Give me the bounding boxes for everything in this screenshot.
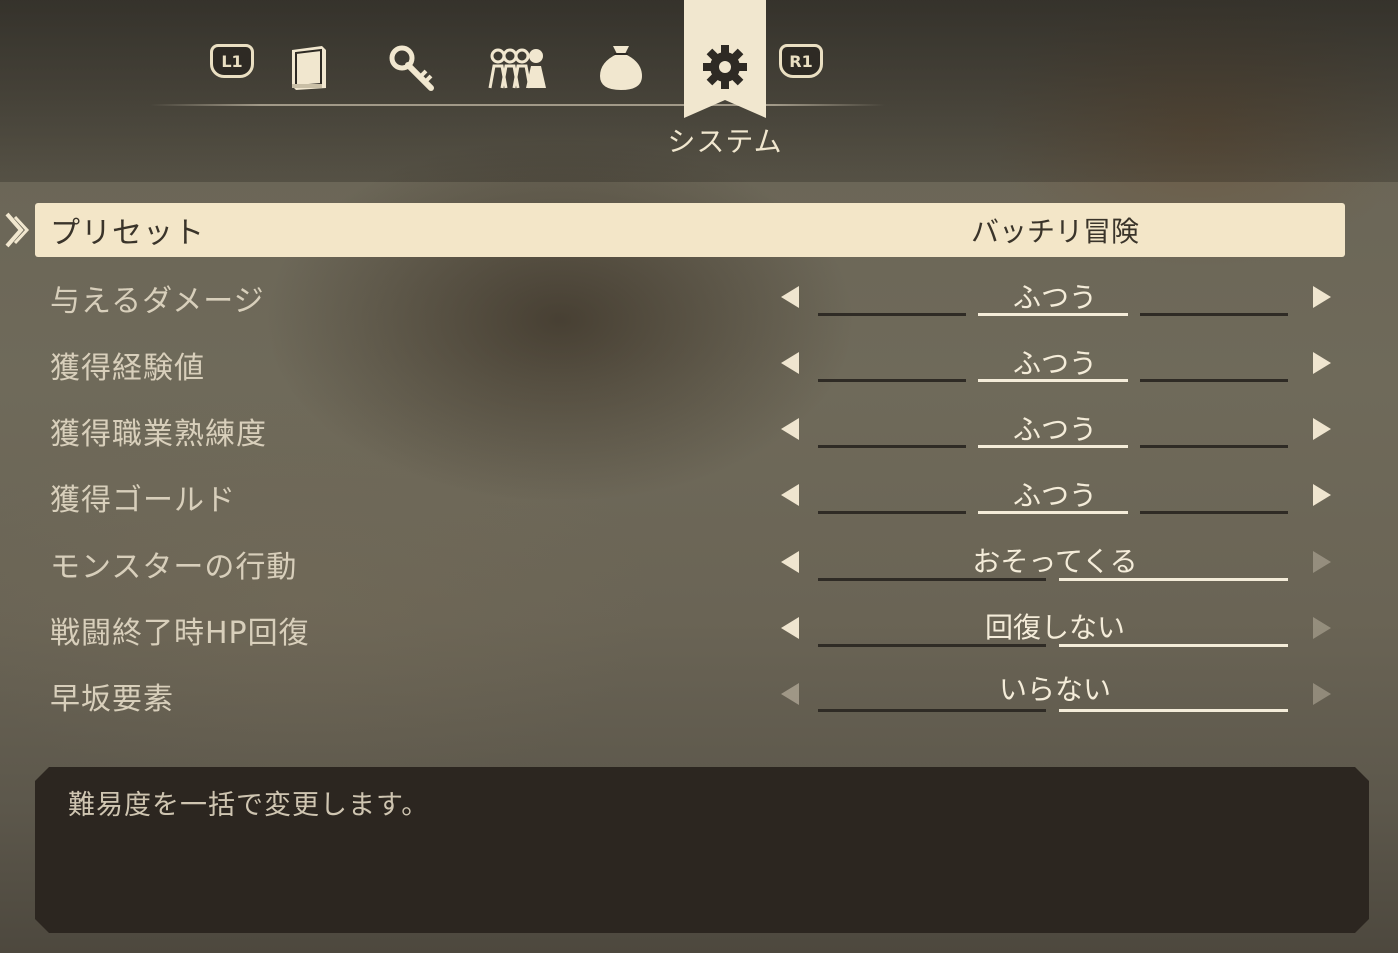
setting-value-hp-recovery[interactable]: 回復しない [930, 606, 1180, 646]
setting-value-damage[interactable]: ふつう [930, 276, 1180, 316]
key-icon[interactable] [388, 44, 438, 92]
tab-divider [150, 104, 885, 106]
selection-cursor-icon [5, 212, 30, 248]
preset-value: バッチリ冒険 [970, 215, 1139, 248]
setting-label-monster-behavior: モンスターの行動 [50, 550, 298, 585]
arrow-right-icon[interactable] [1313, 617, 1331, 639]
setting-label-job-mastery: 獲得職業熟練度 [50, 417, 267, 452]
setting-value-monster-behavior[interactable]: おそってくる [930, 540, 1180, 580]
r1-button[interactable]: R1 [779, 44, 823, 78]
arrow-right-icon[interactable] [1313, 352, 1331, 374]
arrow-left-icon[interactable] [781, 551, 799, 573]
arrow-left-icon[interactable] [781, 418, 799, 440]
arrow-right-icon[interactable] [1313, 286, 1331, 308]
setting-value-gold[interactable]: ふつう [930, 474, 1180, 514]
arrow-right-icon[interactable] [1313, 418, 1331, 440]
arrow-left-icon[interactable] [781, 286, 799, 308]
setting-value-hayasaka[interactable]: いらない [930, 668, 1180, 708]
arrow-left-icon[interactable] [781, 484, 799, 506]
setting-label-hp-recovery: 戦闘終了時HP回復 [50, 616, 310, 651]
arrow-right-icon[interactable] [1313, 683, 1331, 705]
description-text: 難易度を一括で変更します。 [68, 790, 430, 821]
setting-value-exp[interactable]: ふつう [930, 342, 1180, 382]
setting-label-exp: 獲得経験値 [50, 351, 205, 386]
option-segment [818, 709, 1046, 712]
arrow-left-icon[interactable] [781, 617, 799, 639]
active-tab-label: システム [667, 125, 783, 158]
arrow-left-icon[interactable] [781, 352, 799, 374]
arrow-right-icon[interactable] [1313, 551, 1331, 573]
option-segment-selected [1059, 709, 1288, 712]
gear-icon [703, 45, 747, 89]
party-icon[interactable] [488, 46, 548, 90]
preset-label: プリセット [50, 216, 205, 251]
arrow-left-icon[interactable] [781, 683, 799, 705]
setting-value-job-mastery[interactable]: ふつう [930, 408, 1180, 448]
l1-button[interactable]: L1 [210, 44, 254, 78]
bag-icon[interactable] [596, 40, 646, 92]
book-icon[interactable] [286, 44, 332, 92]
setting-label-damage: 与えるダメージ [50, 284, 265, 319]
setting-label-gold: 獲得ゴールド [50, 483, 236, 518]
setting-label-hayasaka: 早坂要素 [50, 682, 174, 717]
arrow-right-icon[interactable] [1313, 484, 1331, 506]
